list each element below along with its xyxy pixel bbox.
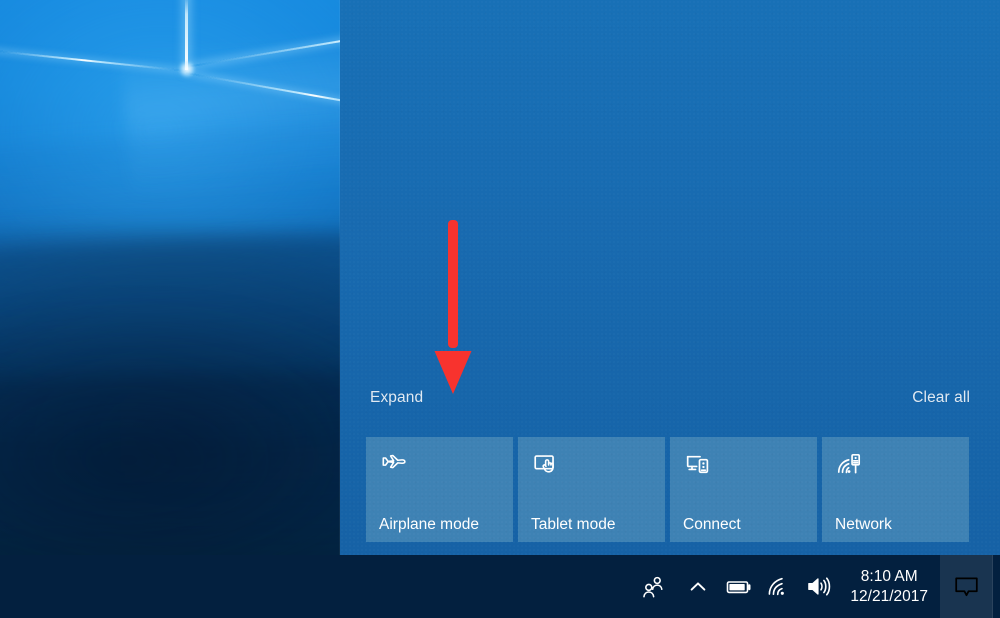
quick-action-network[interactable]: Network [822,437,969,542]
volume-icon [806,574,831,599]
notification-list [340,0,1000,380]
show-hidden-icons-button[interactable] [678,555,718,618]
quick-actions-grid: Airplane mode Tablet mode Connect Networ… [366,437,974,542]
quick-action-label: Connect [683,515,741,533]
tablet-icon [531,449,561,479]
people-icon [641,574,667,600]
volume-tray-button[interactable] [798,555,838,618]
taskbar-empty-area[interactable] [0,555,560,618]
battery-icon [725,573,753,601]
quick-action-connect[interactable]: Connect [670,437,817,542]
quick-action-label: Tablet mode [531,515,616,533]
chevron-up-icon [688,577,708,597]
people-tray-button[interactable] [630,555,678,618]
wifi-icon [767,575,791,599]
clock-tray-button[interactable]: 8:10 AM 12/21/2017 [838,555,940,618]
expand-link[interactable]: Expand [370,390,423,406]
show-desktop-button[interactable] [992,555,1000,618]
network-tray-button[interactable] [760,555,798,618]
taskbar: 8:10 AM 12/21/2017 [0,555,1000,618]
wallpaper-ray-focus-point [178,60,196,78]
action-center-panel: Expand Clear all Airplane mode Tablet mo… [340,0,1000,555]
connect-icon [683,449,713,479]
action-center-tray-button[interactable] [940,555,992,618]
windows-desktop-screen: Expand Clear all Airplane mode Tablet mo… [0,0,1000,618]
action-center-icon [953,573,980,600]
action-center-links-row: Expand Clear all [340,382,1000,414]
clear-all-link[interactable]: Clear all [912,390,970,406]
airplane-icon [379,449,409,479]
quick-action-label: Airplane mode [379,515,479,533]
clock-date: 12/21/2017 [850,587,928,605]
network-icon [835,449,865,479]
clock-time: 8:10 AM [860,567,918,585]
battery-tray-button[interactable] [718,555,760,618]
quick-action-airplane-mode[interactable]: Airplane mode [366,437,513,542]
quick-action-label: Network [835,515,892,533]
system-tray: 8:10 AM 12/21/2017 [630,555,1000,618]
quick-action-tablet-mode[interactable]: Tablet mode [518,437,665,542]
